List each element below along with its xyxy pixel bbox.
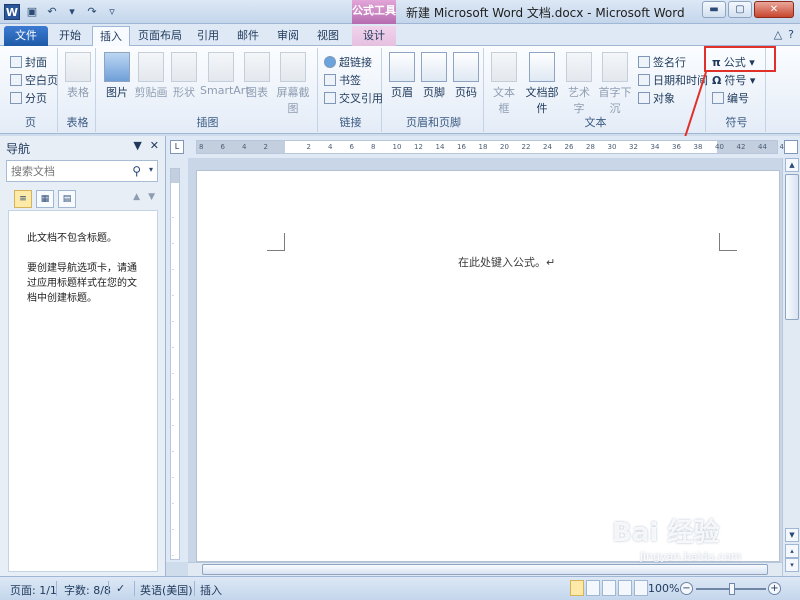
nav-close-icon[interactable]: ✕ xyxy=(150,139,159,152)
nav-arrows: ▲ ▼ xyxy=(133,192,155,202)
document-page[interactable] xyxy=(196,170,780,562)
ruler-tick-label: 22 xyxy=(521,143,531,151)
ruler-tick-label: 44 xyxy=(758,143,767,151)
page-count[interactable]: 页面: 1/1 xyxy=(10,582,57,598)
horizontal-scrollbar[interactable] xyxy=(188,562,782,576)
baidu-watermark-url: jingyan.baidu.com xyxy=(640,550,742,563)
language-indicator[interactable]: 英语(美国) xyxy=(140,582,193,598)
view-buttons xyxy=(570,580,648,596)
equation-placeholder[interactable]: 在此处键入公式。↵ xyxy=(458,254,555,270)
vertical-ruler-tick: · xyxy=(172,215,174,222)
nav-options-icon[interactable]: ▼ xyxy=(133,139,141,152)
ruler-tick-label: 4 xyxy=(242,143,247,151)
ruler-tick-label: 4 xyxy=(328,143,333,151)
vertical-scroll-thumb[interactable] xyxy=(785,174,799,320)
ruler-tick-label: 2 xyxy=(263,143,268,151)
ruler-tick-label: 38 xyxy=(693,143,703,151)
vertical-ruler-tick: · xyxy=(172,267,174,274)
ruler-tick-label: 40 xyxy=(715,143,724,151)
vertical-ruler-tick: · xyxy=(172,449,174,456)
ruler-tick-label: 16 xyxy=(457,143,466,151)
nav-down-icon[interactable]: ▼ xyxy=(148,192,155,202)
ruler-tick-label: 20 xyxy=(500,143,509,151)
results-view-icon[interactable]: ▤ xyxy=(58,190,76,208)
status-bar: 页面: 1/1 字数: 8/8 ✓ 英语(美国) 插入 100% − + xyxy=(0,576,800,600)
nav-body: 此文档不包含标题。 要创建导航选项卡，请通过应用标题样式在您的文档中创建标题。 xyxy=(8,210,158,572)
vertical-ruler-tick: · xyxy=(172,371,174,378)
ruler-tick-label: 36 xyxy=(672,143,681,151)
full-screen-reading-icon[interactable] xyxy=(586,580,600,596)
ruler-tick-label: 28 xyxy=(586,143,595,151)
ruler-tick-label: 32 xyxy=(629,143,638,151)
search-icon[interactable]: ⚲ xyxy=(132,164,141,178)
zoom-level[interactable]: 100% xyxy=(648,582,679,595)
headings-view-icon[interactable]: ≡ xyxy=(14,190,32,208)
ruler-tick-label: 2 xyxy=(306,143,311,151)
vertical-ruler-tick: · xyxy=(172,527,174,534)
nav-view-tabs: ≡ ▦ ▤ xyxy=(14,190,76,208)
ruler-tick-label: 18 xyxy=(478,143,488,151)
draft-icon[interactable] xyxy=(634,580,648,596)
nav-controls: ▼ ✕ xyxy=(133,139,159,152)
outline-icon[interactable] xyxy=(618,580,632,596)
ruler-tick-label: 12 xyxy=(414,143,423,151)
horizontal-ruler[interactable]: 8 6 4 2 2 4 6 8 10 12 14 16 18 20 22 24 26 28 30 32 34 36 38 40… xyxy=(196,140,788,154)
ruler-tick-label: 10 xyxy=(392,143,402,151)
scroll-up-icon[interactable]: ▲ xyxy=(785,158,799,172)
nav-instructions-text: 要创建导航选项卡，请通过应用标题样式在您的文档中创建标题。 xyxy=(27,263,137,304)
prev-page-icon[interactable]: ▴ xyxy=(785,544,799,558)
scroll-down-icon[interactable]: ▼ xyxy=(785,528,799,542)
ruler-tick-label: 34 xyxy=(650,143,660,151)
ruler-tick-label: 14 xyxy=(435,143,445,151)
view-ruler-button[interactable] xyxy=(784,140,798,154)
ruler-tick-label: 24 xyxy=(543,143,552,151)
vertical-scrollbar[interactable]: ▲ ▼ ▴ ▾ xyxy=(782,158,800,576)
nav-up-icon[interactable]: ▲ xyxy=(133,192,140,202)
nav-search-input[interactable] xyxy=(7,161,125,181)
ruler-tick-label: 8 xyxy=(371,143,376,151)
pages-view-icon[interactable]: ▦ xyxy=(36,190,54,208)
vertical-ruler-tick: · xyxy=(172,397,174,404)
vertical-ruler-tick: · xyxy=(172,241,174,248)
vertical-ruler-tick: · xyxy=(172,475,174,482)
vertical-ruler-tick: · xyxy=(172,423,174,430)
baidu-watermark: Bai 经验 xyxy=(612,518,720,548)
ruler-bar: L 8 6 4 2 2 4 6 8 10 12 14 16 18 20 22 24 26 28 30 32 34 36 38… xyxy=(166,136,800,158)
vertical-ruler-tick: · xyxy=(172,553,174,560)
ruler-tick-label: 30 xyxy=(607,143,617,151)
zoom-in-icon[interactable]: + xyxy=(768,582,781,595)
vertical-ruler-tick: · xyxy=(172,501,174,508)
vertical-ruler-tick: · xyxy=(172,345,174,352)
vertical-ruler[interactable]: · · · · · · · · · · · · · · xyxy=(166,158,188,562)
vertical-ruler-tick: · xyxy=(172,293,174,300)
search-dropdown-icon[interactable]: ▾ xyxy=(149,165,153,174)
nav-search-box: ⚲ ▾ xyxy=(6,160,158,182)
ruler-tick-label: 8 xyxy=(199,143,204,151)
crop-mark xyxy=(267,233,285,251)
print-layout-icon[interactable] xyxy=(570,580,584,596)
crop-mark xyxy=(719,233,737,251)
web-layout-icon[interactable] xyxy=(602,580,616,596)
insert-mode[interactable]: 插入 xyxy=(200,582,222,598)
proofing-icon[interactable]: ✓ xyxy=(116,582,125,595)
nav-title: 导航 xyxy=(6,142,31,156)
ruler-tick-label: 42 xyxy=(736,143,746,151)
vertical-ruler-tick: · xyxy=(172,319,174,326)
ruler-tick-label: 26 xyxy=(564,143,574,151)
zoom-slider-thumb[interactable] xyxy=(729,583,735,595)
horizontal-scroll-thumb[interactable] xyxy=(202,564,768,575)
next-page-icon[interactable]: ▾ xyxy=(785,558,799,572)
navigation-pane: 导航 ▼ ✕ ⚲ ▾ ≡ ▦ ▤ ▲ ▼ 此文档不包含标题。 要创建导航选项卡，… xyxy=(0,136,166,576)
ruler-tick-label: 6 xyxy=(349,143,354,151)
ruler-tick-label: 6 xyxy=(220,143,225,151)
tab-selector[interactable]: L xyxy=(170,140,184,154)
zoom-out-icon[interactable]: − xyxy=(680,582,693,595)
nav-no-headings-text: 此文档不包含标题。 xyxy=(27,233,117,244)
word-count[interactable]: 字数: 8/8 xyxy=(64,582,111,598)
